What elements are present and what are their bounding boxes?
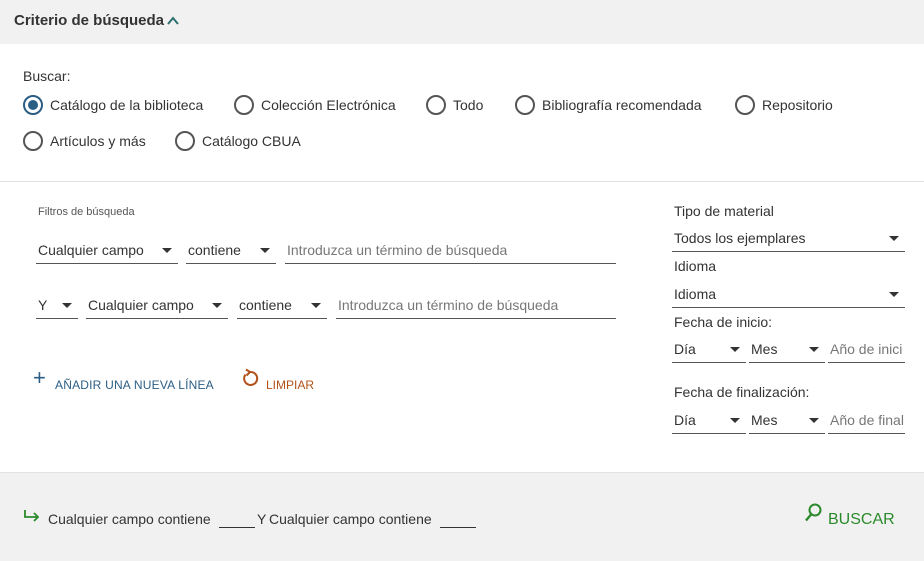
caret-down-icon [311, 303, 321, 308]
arrow-right-icon [24, 510, 40, 522]
radio-todo[interactable]: Todo [426, 93, 483, 117]
caret-down-icon [809, 347, 819, 352]
radio-label: Repositorio [762, 97, 833, 113]
radio-button[interactable] [234, 95, 254, 115]
caret-down-icon [889, 292, 899, 297]
search-criteria-header[interactable]: Criterio de búsqueda [0, 0, 924, 44]
radio-button-checked[interactable] [23, 95, 43, 115]
operator-select-row1[interactable]: contiene [186, 234, 276, 264]
operator-select-value: contiene [188, 242, 241, 258]
summary-blank [440, 527, 476, 528]
plus-icon: + [33, 365, 46, 390]
material-type-value: Todos los ejemplares [674, 230, 806, 246]
caret-down-icon [62, 303, 72, 308]
operator-select-value: contiene [239, 297, 292, 313]
radio-bibliografia-recomendada[interactable]: Bibliografía recomendada [515, 93, 702, 117]
radio-button[interactable] [175, 131, 195, 151]
summary-line2: Cualquier campo contiene [269, 511, 432, 527]
summary-bool: Y [257, 511, 267, 527]
section-divider [0, 181, 924, 182]
end-year-placeholder: Año de final [830, 412, 904, 428]
material-type-label: Tipo de material [674, 203, 774, 219]
radio-label: Bibliografía recomendada [542, 97, 702, 113]
caret-down-icon [730, 418, 740, 423]
summary-line1: Cualquier campo contiene [48, 511, 211, 527]
search-term-input-row2[interactable]: Introduzca un término de búsqueda [336, 289, 616, 319]
field-select-value: Cualquier campo [38, 242, 144, 258]
radio-label: Artículos y más [50, 133, 146, 149]
search-button[interactable]: BUSCAR [804, 503, 895, 528]
search-button-label: BUSCAR [828, 511, 895, 528]
caret-down-icon [730, 347, 740, 352]
material-type-select[interactable]: Todos los ejemplares [672, 222, 905, 252]
language-select[interactable]: Idioma [672, 278, 905, 308]
radio-button[interactable] [426, 95, 446, 115]
boolean-select-value: Y [38, 297, 48, 313]
start-date-label: Fecha de inicio: [674, 314, 773, 330]
start-month-select[interactable]: Mes [749, 333, 825, 363]
add-line-label: AÑADIR UNA NUEVA LÍNEA [55, 378, 214, 392]
clear-label: LIMPIAR [266, 378, 315, 392]
field-select-value: Cualquier campo [88, 297, 194, 313]
search-icon [805, 503, 822, 522]
radio-articulos[interactable]: Artículos y más [23, 129, 146, 153]
end-day-value: Día [674, 412, 696, 428]
operator-select-row2[interactable]: contiene [237, 289, 327, 319]
language-label: Idioma [674, 258, 717, 274]
end-date-label: Fecha de finalización: [674, 384, 810, 400]
radio-label: Todo [453, 97, 484, 113]
caret-down-icon [809, 418, 819, 423]
chevron-up-icon[interactable] [166, 14, 180, 28]
end-month-select[interactable]: Mes [749, 404, 825, 434]
caret-down-icon [260, 248, 270, 253]
clear-button[interactable]: LIMPIAR [240, 368, 314, 392]
search-term-placeholder: Introduzca un término de búsqueda [287, 242, 508, 258]
caret-down-icon [889, 236, 899, 241]
add-line-button[interactable]: + AÑADIR UNA NUEVA LÍNEA [33, 365, 214, 393]
end-year-input[interactable]: Año de final [828, 404, 905, 434]
start-year-input[interactable]: Año de inici [828, 333, 905, 363]
radio-repositorio[interactable]: Repositorio [735, 93, 833, 117]
radio-label: Catálogo de la biblioteca [50, 97, 204, 113]
summary-blank [219, 527, 255, 528]
filters-label: Filtros de búsqueda [38, 206, 135, 218]
radio-label: Colección Electrónica [261, 97, 396, 113]
search-term-placeholder: Introduzca un término de búsqueda [338, 297, 559, 313]
radio-catalogo-biblioteca[interactable]: Catálogo de la biblioteca [23, 93, 203, 117]
boolean-select-row2[interactable]: Y [36, 289, 78, 319]
field-select-row2[interactable]: Cualquier campo [86, 289, 228, 319]
radio-coleccion-electronica[interactable]: Colección Electrónica [234, 93, 396, 117]
language-value: Idioma [674, 286, 717, 302]
caret-down-icon [162, 248, 172, 253]
end-day-select[interactable]: Día [672, 404, 746, 434]
start-day-value: Día [674, 341, 696, 357]
header-title: Criterio de búsqueda [14, 12, 165, 29]
start-month-value: Mes [751, 341, 778, 357]
search-term-input-row1[interactable]: Introduzca un término de búsqueda [285, 234, 616, 264]
radio-label: Catálogo CBUA [202, 133, 301, 149]
radio-button[interactable] [515, 95, 535, 115]
radio-catalogo-cbua[interactable]: Catálogo CBUA [175, 129, 301, 153]
radio-button[interactable] [23, 131, 43, 151]
caret-down-icon [212, 303, 222, 308]
scope-label: Buscar: [23, 68, 71, 84]
start-day-select[interactable]: Día [672, 333, 746, 363]
reset-icon [243, 368, 259, 386]
end-month-value: Mes [751, 412, 778, 428]
field-select-row1[interactable]: Cualquier campo [36, 234, 178, 264]
radio-button[interactable] [735, 95, 755, 115]
query-summary-bar: Cualquier campo contiene Y Cualquier cam… [0, 472, 924, 561]
start-year-placeholder: Año de inici [830, 341, 903, 357]
